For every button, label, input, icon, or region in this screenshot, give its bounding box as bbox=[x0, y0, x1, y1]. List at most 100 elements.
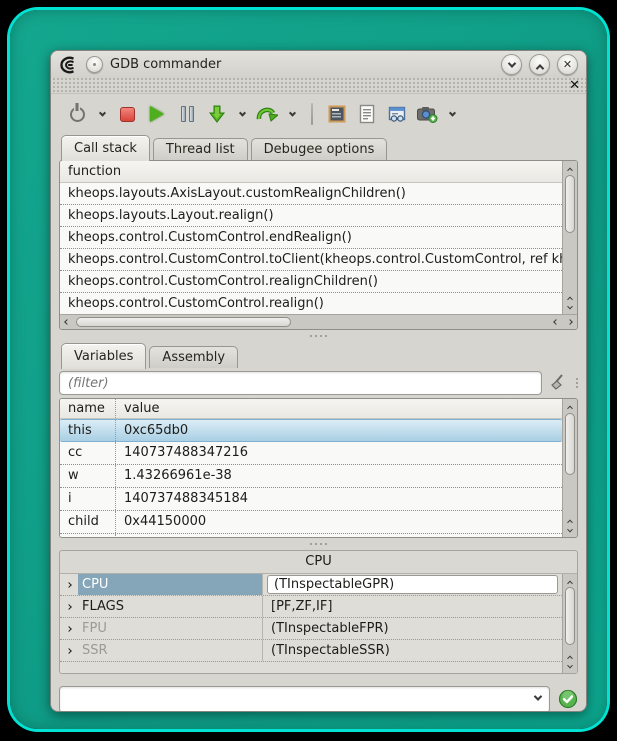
gdb-command-combobox[interactable] bbox=[59, 686, 550, 713]
register-group-name: FLAGS bbox=[78, 596, 263, 617]
scroll-up-icon[interactable] bbox=[563, 513, 577, 525]
stop-button[interactable] bbox=[115, 102, 139, 126]
tab-assembly[interactable]: Assembly bbox=[149, 346, 238, 368]
gdb-commander-window: GDB commander ✕ ✕ bbox=[50, 50, 587, 712]
scroll-down-icon[interactable] bbox=[563, 302, 577, 314]
shade-button[interactable] bbox=[501, 54, 522, 75]
register-group-value[interactable]: (TInspectableGPR) bbox=[267, 575, 558, 594]
expand-chevron-icon[interactable] bbox=[60, 605, 78, 609]
register-group-value: (TInspectableFPR) bbox=[263, 618, 562, 639]
filter-row bbox=[51, 368, 586, 398]
table-row[interactable]: kheops.control.CustomControl.toClient(kh… bbox=[60, 249, 562, 271]
callstack-vscrollbar[interactable] bbox=[562, 161, 577, 314]
expand-chevron-icon[interactable] bbox=[60, 583, 78, 587]
run-button[interactable] bbox=[145, 102, 169, 126]
variable-name: b bbox=[60, 534, 116, 537]
scroll-thumb[interactable] bbox=[76, 317, 291, 327]
tab-thread-list[interactable]: Thread list bbox=[153, 138, 248, 160]
scroll-thumb[interactable] bbox=[565, 587, 575, 645]
expand-chevron-icon[interactable] bbox=[60, 627, 78, 631]
scroll-down-icon[interactable] bbox=[563, 661, 577, 673]
document-icon bbox=[358, 104, 376, 124]
callstack-tabbar: Call stackThread listDebugee options bbox=[51, 134, 586, 160]
table-row[interactable]: kheops.control.CustomControl.realign() bbox=[60, 293, 562, 314]
variable-name: w bbox=[60, 465, 116, 487]
scroll-left-icon[interactable] bbox=[549, 316, 563, 328]
expand-chevron-icon[interactable] bbox=[60, 649, 78, 653]
execute-command-button[interactable] bbox=[558, 689, 578, 709]
scroll-thumb[interactable] bbox=[565, 413, 575, 475]
dock-close-icon[interactable]: ✕ bbox=[569, 78, 580, 94]
snapshot-button[interactable] bbox=[415, 102, 439, 126]
unshade-button[interactable] bbox=[529, 54, 550, 75]
table-row[interactable]: kheops.control.CustomControl.endRealign(… bbox=[60, 227, 562, 249]
close-button[interactable]: ✕ bbox=[557, 54, 578, 75]
variable-name: cc bbox=[60, 442, 116, 464]
cpu-vscrollbar[interactable] bbox=[562, 574, 577, 673]
variables-view: name value this0xc65db0cc140737488347216… bbox=[60, 399, 562, 537]
table-row[interactable]: b1.43266961e-38 bbox=[60, 534, 562, 537]
combobox-dropdown-icon[interactable] bbox=[534, 692, 542, 700]
resize-grip[interactable] bbox=[576, 378, 578, 388]
step-over-dropdown-icon[interactable] bbox=[285, 102, 299, 126]
scroll-up-icon[interactable] bbox=[563, 399, 577, 411]
gdb-command-input[interactable] bbox=[68, 691, 535, 708]
scroll-up-icon[interactable] bbox=[563, 574, 577, 586]
callstack-panel: function kheops.layouts.AxisLayout.custo… bbox=[59, 160, 578, 330]
dock-handle[interactable]: ✕ bbox=[51, 78, 586, 94]
scroll-up-icon[interactable] bbox=[563, 161, 577, 173]
table-row[interactable]: cc140737488347216 bbox=[60, 442, 562, 465]
splitter-handle[interactable] bbox=[51, 538, 586, 550]
watches-button[interactable] bbox=[385, 102, 409, 126]
variables-panel: name value this0xc65db0cc140737488347216… bbox=[59, 398, 578, 538]
table-row[interactable]: SSR(TInspectableSSR) bbox=[60, 640, 562, 662]
register-group-name: CPU bbox=[78, 574, 263, 595]
table-row[interactable]: FPU(TInspectableFPR) bbox=[60, 618, 562, 640]
table-row[interactable]: kheops.layouts.AxisLayout.customRealignC… bbox=[60, 183, 562, 205]
table-row[interactable]: this0xc65db0 bbox=[60, 419, 562, 442]
table-row[interactable]: kheops.control.CustomControl.realignChil… bbox=[60, 271, 562, 293]
scroll-thumb[interactable] bbox=[565, 175, 575, 233]
variables-tabbar: VariablesAssembly bbox=[51, 342, 586, 368]
window-frame: GDB commander ✕ ✕ bbox=[10, 10, 607, 729]
step-over-button[interactable] bbox=[255, 102, 279, 126]
variable-name: child bbox=[60, 511, 116, 533]
variable-name: i bbox=[60, 488, 116, 510]
pin-button[interactable] bbox=[86, 56, 103, 73]
scroll-up-icon[interactable] bbox=[563, 290, 577, 302]
variables-vscrollbar[interactable] bbox=[562, 399, 577, 537]
column-header-name[interactable]: name bbox=[60, 399, 116, 418]
table-row[interactable]: i140737488345184 bbox=[60, 488, 562, 511]
table-row[interactable]: w1.43266961e-38 bbox=[60, 465, 562, 488]
app-logo-icon bbox=[59, 56, 79, 74]
tab-call-stack[interactable]: Call stack bbox=[61, 135, 150, 161]
scroll-down-icon[interactable] bbox=[563, 525, 577, 537]
column-header-value[interactable]: value bbox=[116, 399, 160, 418]
callstack-column-header[interactable]: function bbox=[60, 161, 562, 183]
table-row[interactable]: FLAGS[PF,ZF,IF] bbox=[60, 596, 562, 618]
table-row[interactable]: CPU(TInspectableGPR) bbox=[60, 574, 562, 596]
variables-column-headers[interactable]: name value bbox=[60, 399, 562, 419]
splitter-handle[interactable] bbox=[51, 330, 586, 342]
memory-view-button[interactable] bbox=[325, 102, 349, 126]
tab-debugee-options[interactable]: Debugee options bbox=[251, 138, 388, 160]
tab-variables[interactable]: Variables bbox=[61, 343, 146, 369]
register-group-name: SSR bbox=[78, 640, 263, 661]
step-into-button[interactable] bbox=[205, 102, 229, 126]
variables-body: this0xc65db0cc140737488347216w1.43266961… bbox=[60, 419, 562, 537]
watches-icon bbox=[387, 104, 407, 124]
step-into-dropdown-icon[interactable] bbox=[235, 102, 249, 126]
scroll-up-icon[interactable] bbox=[563, 649, 577, 661]
table-row[interactable]: kheops.layouts.Layout.realign() bbox=[60, 205, 562, 227]
pause-button[interactable] bbox=[175, 102, 199, 126]
power-dropdown-icon[interactable] bbox=[95, 102, 109, 126]
log-button[interactable] bbox=[355, 102, 379, 126]
table-row[interactable]: child0x44150000 bbox=[60, 511, 562, 534]
callstack-hscrollbar[interactable] bbox=[60, 314, 577, 329]
clear-filter-broom-icon[interactable] bbox=[548, 373, 568, 393]
scroll-left-icon[interactable] bbox=[60, 316, 74, 328]
scroll-right-icon[interactable] bbox=[563, 316, 577, 328]
snapshot-dropdown-icon[interactable] bbox=[445, 102, 459, 126]
power-button[interactable] bbox=[65, 102, 89, 126]
filter-input[interactable] bbox=[59, 371, 542, 395]
